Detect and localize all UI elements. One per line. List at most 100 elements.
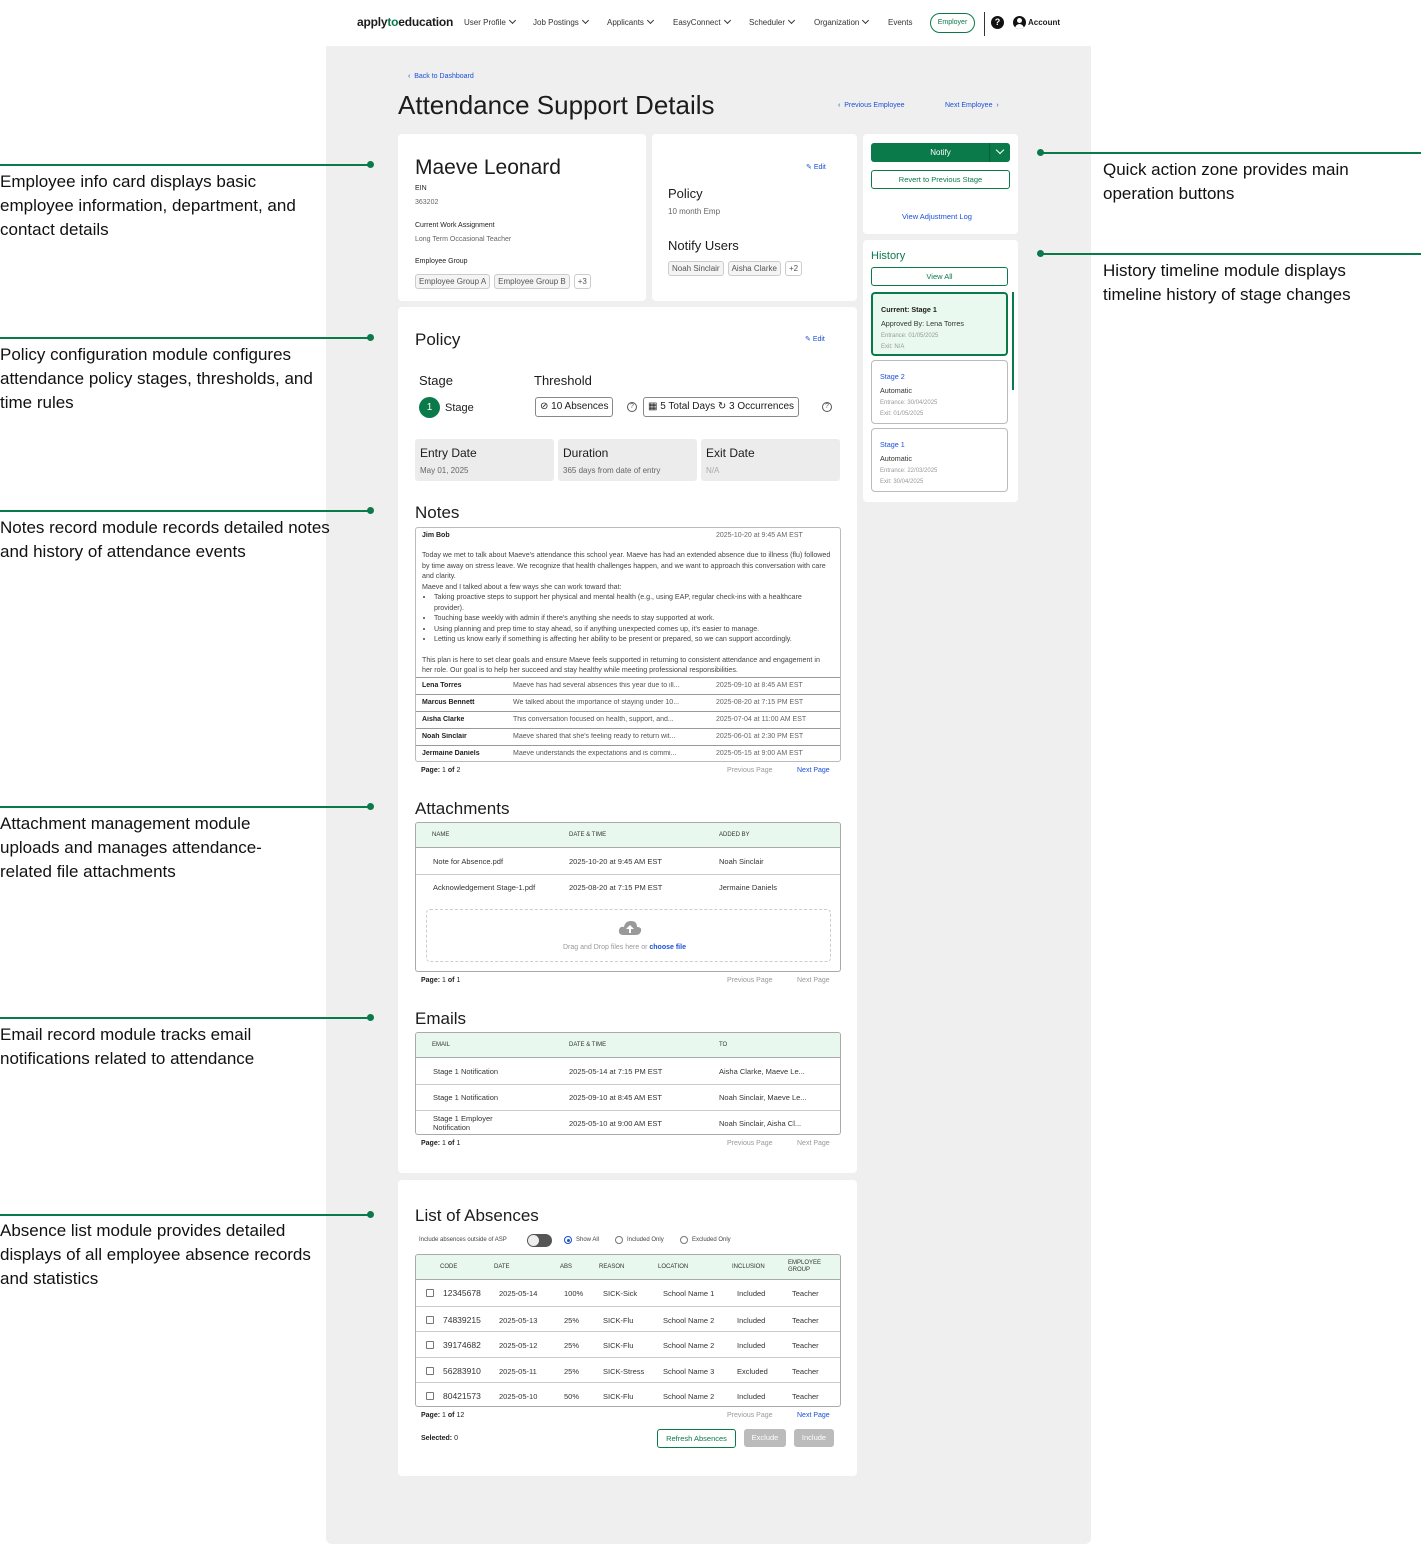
- note-row[interactable]: Jermaine Daniels Maeve understands the ex…: [416, 745, 840, 761]
- next-page-button[interactable]: Next Page: [797, 767, 830, 774]
- previous-employee-link[interactable]: ‹ Previous Employee: [838, 102, 905, 109]
- help-icon[interactable]: ?: [822, 402, 832, 412]
- email-link[interactable]: Stage 1 Notification: [433, 1067, 498, 1076]
- history-item[interactable]: Stage 1 Automatic Entrance: 22/03/2025 Exit…: [871, 428, 1008, 492]
- next-page-button[interactable]: Next Page: [797, 1140, 830, 1147]
- annotation-line: [0, 510, 371, 512]
- row-checkbox[interactable]: [426, 1392, 434, 1400]
- note-row[interactable]: Aisha Clarke This conversation focused on…: [416, 711, 840, 728]
- table-row: Stage 1 Notification 2025-05-14 at 7:15 …: [433, 1067, 805, 1076]
- annotation-dot: [367, 803, 374, 810]
- account-link[interactable]: Account: [1028, 18, 1060, 27]
- stage-number-badge: 1: [419, 397, 440, 418]
- cloud-upload-icon: [618, 921, 642, 935]
- excluded-only-radio[interactable]: [680, 1236, 688, 1244]
- more-chip[interactable]: +2: [784, 261, 803, 276]
- row-checkbox[interactable]: [426, 1341, 434, 1349]
- absence-percent: 25%: [564, 1341, 580, 1350]
- file-drop-zone[interactable]: Drag and Drop files here or choose file: [426, 909, 831, 962]
- nav-organization[interactable]: Organization: [814, 16, 870, 27]
- ein-value: 363202: [415, 199, 439, 206]
- help-icon[interactable]: ?: [627, 402, 637, 412]
- exclude-button[interactable]: Exclude: [744, 1429, 786, 1447]
- absence-group: Teacher: [792, 1341, 819, 1350]
- chevron-down-icon: [723, 16, 731, 25]
- note-row[interactable]: Noah Sinclair Maeve shared that she's fee…: [416, 728, 840, 745]
- notify-button[interactable]: Notify: [871, 143, 1010, 162]
- nav-scheduler[interactable]: Scheduler: [749, 16, 796, 27]
- absences-title: List of Absences: [415, 1206, 539, 1225]
- account-icon[interactable]: [1013, 16, 1026, 29]
- chevron-down-icon: [508, 16, 516, 25]
- note-row[interactable]: Marcus Bennett We talked about the import…: [416, 694, 840, 711]
- attachments-title: Attachments: [415, 799, 510, 818]
- chevron-down-icon[interactable]: [989, 143, 1010, 162]
- notify-users-label: Notify Users: [668, 238, 739, 253]
- attachment-link[interactable]: Note for Absence.pdf: [433, 857, 503, 866]
- absence-reason: SICK-Flu: [603, 1392, 634, 1401]
- revert-stage-button[interactable]: Revert to Previous Stage: [871, 170, 1010, 189]
- choose-file-link[interactable]: choose file: [649, 944, 686, 951]
- employer-pill[interactable]: Employer: [930, 13, 975, 33]
- annotation-dot: [1037, 149, 1044, 156]
- absence-code-link[interactable]: 56283910: [443, 1366, 481, 1376]
- annotation-line: [0, 164, 371, 166]
- include-button[interactable]: Include: [794, 1429, 834, 1447]
- absences-table: CODE DATE ABS REASON LOCATION INCLUSION …: [415, 1254, 841, 1407]
- absence-inclusion: Included: [737, 1341, 766, 1350]
- assignment-value: Long Term Occasional Teacher: [415, 236, 512, 243]
- employee-info-card: Maeve Leonard EIN 363202 Current Work As…: [398, 134, 646, 301]
- notify-user-chips: Noah Sinclair Aisha Clarke +2: [668, 258, 806, 276]
- row-checkbox[interactable]: [426, 1366, 434, 1375]
- absence-code-link[interactable]: 80421573: [443, 1391, 481, 1401]
- absence-code-link[interactable]: 39174682: [443, 1340, 481, 1350]
- row-checkbox[interactable]: [426, 1315, 434, 1324]
- next-page-button[interactable]: Next Page: [797, 1412, 830, 1419]
- nav-user-profile[interactable]: User Profile: [464, 16, 516, 27]
- next-employee-link[interactable]: Next Employee ›: [945, 102, 999, 109]
- attachment-link[interactable]: Acknowledgement Stage-1.pdf: [433, 883, 535, 892]
- brand-logo[interactable]: applytoeducation: [357, 15, 453, 29]
- table-row: 56283910 2025-05-11 25% SICK-Stress School N…: [416, 1356, 840, 1383]
- employee-name: Maeve Leonard: [415, 156, 561, 179]
- email-link[interactable]: Stage 1 Notification: [433, 1093, 498, 1102]
- group-chips: Employee Group A Employee Group B +3: [415, 271, 595, 289]
- next-page-button[interactable]: Next Page: [797, 977, 830, 984]
- note-row[interactable]: Lena Torres Maeve has had several absence…: [416, 677, 840, 694]
- annotation-policy: Policy configuration module configures a…: [0, 345, 313, 412]
- annotation-attachments: Attachment management module uploads and…: [0, 814, 262, 881]
- history-item-current[interactable]: Current: Stage 1 Approved By: Lena Torres…: [871, 292, 1008, 356]
- absence-code-link[interactable]: 74839215: [443, 1315, 481, 1325]
- refresh-absences-button[interactable]: Refresh Absences: [657, 1429, 736, 1448]
- email-link[interactable]: Stage 1 Employer Notification: [433, 1114, 508, 1132]
- included-only-label: Included Only: [627, 1237, 664, 1243]
- user-chip: Noah Sinclair: [668, 261, 724, 276]
- nav-events[interactable]: Events: [888, 18, 912, 27]
- nav-job-postings[interactable]: Job Postings: [533, 16, 589, 27]
- more-chip[interactable]: +3: [573, 274, 591, 289]
- stage-label: Stage: [419, 373, 453, 388]
- history-item[interactable]: Stage 2 Automatic Entrance: 30/04/2025 Exit…: [871, 360, 1008, 424]
- edit-button[interactable]: ✎ Edit: [805, 335, 825, 343]
- back-to-dashboard-link[interactable]: ‹ Back to Dashboard: [408, 73, 474, 80]
- emails-table: EMAIL DATE & TIME TO Stage 1 Notificatio…: [415, 1032, 841, 1135]
- absence-code-link[interactable]: 12345678: [443, 1288, 481, 1298]
- row-checkbox[interactable]: [426, 1289, 434, 1297]
- history-title: History: [871, 250, 906, 262]
- view-adjustment-log-link[interactable]: View Adjustment Log: [902, 212, 972, 221]
- nav-easyconnect[interactable]: EasyConnect: [673, 16, 731, 27]
- previous-page-button[interactable]: Previous Page: [727, 767, 773, 774]
- previous-page-button[interactable]: Previous Page: [727, 1412, 773, 1419]
- edit-button[interactable]: ✎ Edit: [806, 163, 826, 171]
- included-only-radio[interactable]: [615, 1236, 623, 1244]
- include-outside-toggle[interactable]: [527, 1234, 552, 1247]
- previous-page-button[interactable]: Previous Page: [727, 1140, 773, 1147]
- previous-page-button[interactable]: Previous Page: [727, 977, 773, 984]
- history-scrollbar[interactable]: [1012, 292, 1014, 390]
- show-all-radio[interactable]: [564, 1236, 572, 1244]
- help-icon[interactable]: ?: [991, 16, 1004, 29]
- absence-percent: 25%: [564, 1366, 580, 1376]
- view-all-button[interactable]: View All: [871, 267, 1008, 286]
- nav-applicants[interactable]: Applicants: [607, 16, 654, 27]
- absence-group: Teacher: [792, 1366, 819, 1376]
